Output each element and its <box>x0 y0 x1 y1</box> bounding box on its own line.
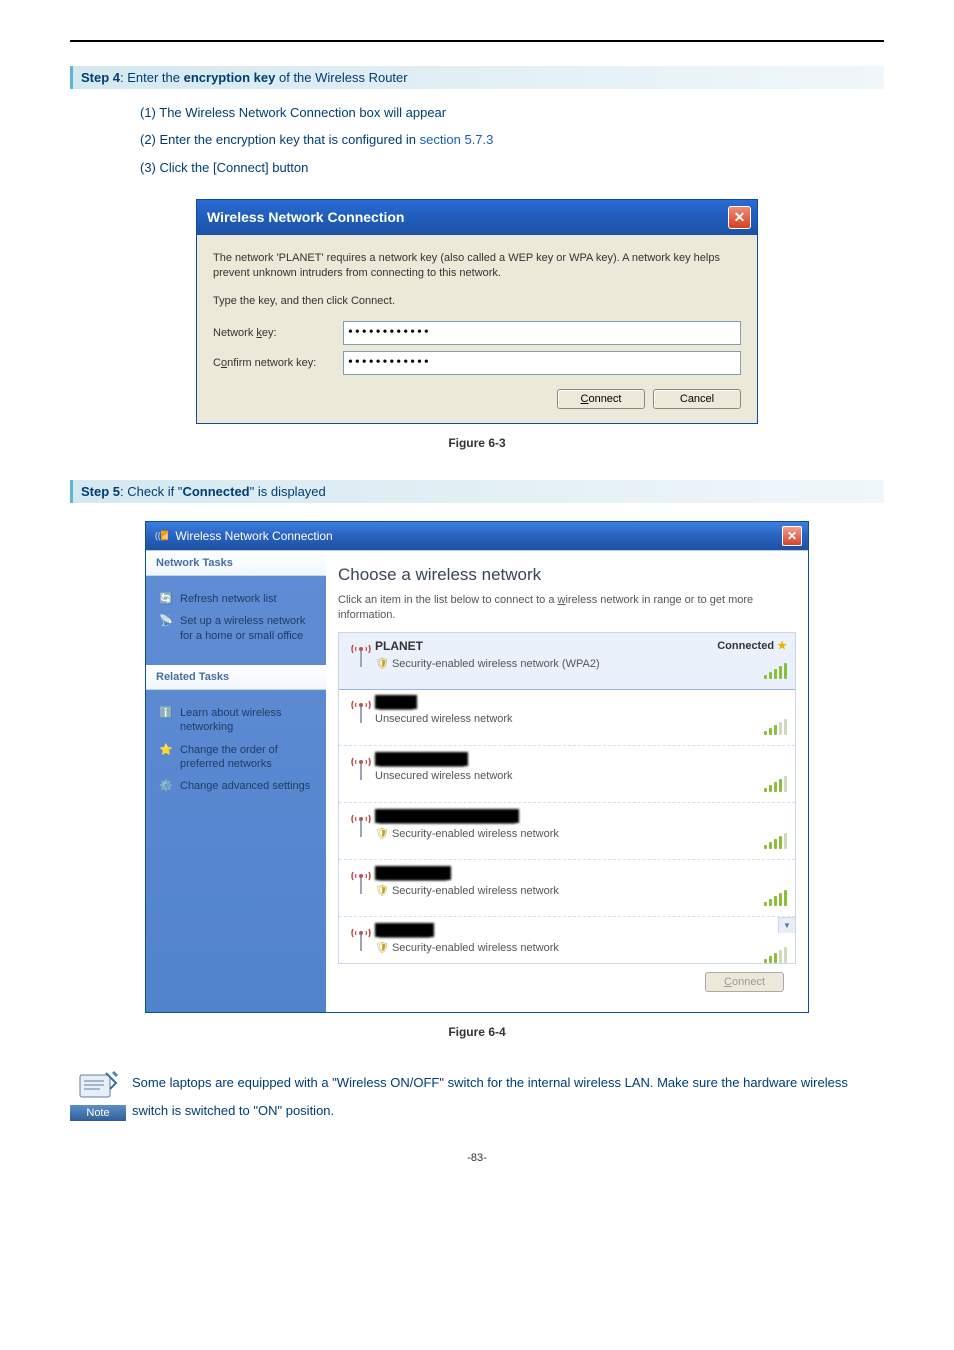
shield-icon: 🛡 <box>375 828 389 840</box>
signal-bars-icon <box>764 776 787 792</box>
network-security: Unsecured wireless network <box>375 713 764 725</box>
network-security: 🛡Security-enabled wireless network <box>375 827 764 840</box>
close-icon[interactable]: ✕ <box>728 206 751 229</box>
step4-prefix: Step 4 <box>81 70 120 85</box>
network-name: ████████████████ <box>375 809 764 823</box>
dialog-title: Wireless Network Connection <box>207 209 404 225</box>
step4-item-3: (3) Click the [Connect] button <box>140 154 884 181</box>
change-advanced[interactable]: ⚙️ Change advanced settings <box>158 779 318 793</box>
antenna-icon: ((📶)) <box>154 529 168 543</box>
section-link[interactable]: section 5.7.3 <box>420 132 494 147</box>
choose-network-instruction: Click an item in the list below to conne… <box>338 593 796 624</box>
step5-header: Step 5: Check if "Connected" is displaye… <box>70 480 884 503</box>
shield-icon: 🛡 <box>375 658 389 670</box>
note-icon: Note <box>70 1069 126 1121</box>
connect-button-disabled: Connect <box>705 972 784 992</box>
network-item[interactable]: ████ Unsecured wireless network <box>339 689 795 746</box>
step4-item-1: (1) The Wireless Network Connection box … <box>140 99 884 126</box>
network-item[interactable]: ██████ 🛡Security-enabled wireless network <box>339 917 795 964</box>
dialog-description: The network 'PLANET' requires a network … <box>213 251 741 282</box>
network-name: ████ <box>375 695 764 709</box>
signal-bars-icon <box>764 890 787 906</box>
antenna-icon <box>347 639 375 673</box>
refresh-icon: 🔄 <box>158 592 174 606</box>
signal-bars-icon <box>764 663 787 679</box>
network-security: 🛡Security-enabled wireless network <box>375 884 764 897</box>
confirm-key-label: Confirm network key: <box>213 357 343 369</box>
dialog-titlebar: Wireless Network Connection ✕ <box>197 200 757 235</box>
cancel-button[interactable]: Cancel <box>653 389 741 409</box>
change-order[interactable]: ⭐ Change the order of preferred networks <box>158 743 318 772</box>
confirm-key-input[interactable] <box>343 351 741 375</box>
network-security: 🛡Security-enabled wireless network <box>375 941 764 954</box>
note-block: Note Some laptops are equipped with a "W… <box>70 1069 884 1126</box>
network-name: ██████████ <box>375 752 764 766</box>
learn-wireless[interactable]: ℹ️ Learn about wireless networking <box>158 706 318 735</box>
step4-substeps: (1) The Wireless Network Connection box … <box>140 99 884 181</box>
network-item[interactable]: ████████ 🛡Security-enabled wireless netwo… <box>339 860 795 917</box>
antenna-icon <box>347 809 375 843</box>
network-security: 🛡Security-enabled wireless network (WPA2… <box>375 657 717 670</box>
signal-bars-icon <box>764 719 787 735</box>
network-security: Unsecured wireless network <box>375 770 764 782</box>
network-name: ████████ <box>375 866 764 880</box>
wireless-connection-window: ((📶)) Wireless Network Connection ✕ Netw… <box>145 521 809 1013</box>
connect-button[interactable]: Connect <box>557 389 645 409</box>
network-item[interactable]: ████████████████ 🛡Security-enabled wirele… <box>339 803 795 860</box>
choose-network-title: Choose a wireless network <box>338 565 796 585</box>
note-text: Some laptops are equipped with a "Wirele… <box>132 1069 884 1126</box>
shield-icon: 🛡 <box>375 942 389 954</box>
network-list: ▲ ▼ PLANET🛡Security-enabled wireless net… <box>338 632 796 964</box>
wnc-sidebar: Network Tasks 🔄 Refresh network list 📡 S… <box>146 551 326 1012</box>
related-tasks-header: Related Tasks <box>146 665 326 690</box>
signal-bars-icon <box>764 947 787 963</box>
shield-icon: 🛡 <box>375 885 389 897</box>
figure-6-4-caption: Figure 6-4 <box>70 1025 884 1039</box>
page-number: -83- <box>70 1152 884 1164</box>
antenna-icon <box>347 866 375 900</box>
network-name: PLANET <box>375 639 717 653</box>
refresh-network-list[interactable]: 🔄 Refresh network list <box>158 592 318 606</box>
network-name: ██████ <box>375 923 764 937</box>
info-icon: ℹ️ <box>158 706 174 720</box>
antenna-icon <box>347 695 375 729</box>
wireless-key-dialog: Wireless Network Connection ✕ The networ… <box>196 199 758 424</box>
setup-icon: 📡 <box>158 614 174 628</box>
close-icon[interactable]: ✕ <box>782 526 802 546</box>
signal-bars-icon <box>764 833 787 849</box>
antenna-icon <box>347 752 375 786</box>
note-label: Note <box>70 1105 126 1121</box>
wnc-titlebar: ((📶)) Wireless Network Connection ✕ <box>146 522 808 550</box>
network-tasks-header: Network Tasks <box>146 551 326 576</box>
svg-text:((📶)): ((📶)) <box>155 531 168 541</box>
setup-wireless-network[interactable]: 📡 Set up a wireless network for a home o… <box>158 614 318 643</box>
network-item[interactable]: ██████████ Unsecured wireless network <box>339 746 795 803</box>
figure-6-3-caption: Figure 6-3 <box>70 436 884 450</box>
step4-item-2: (2) Enter the encryption key that is con… <box>140 126 884 153</box>
network-item[interactable]: PLANET 🛡Security-enabled wireless network… <box>338 632 796 690</box>
step4-header: Step 4: Enter the encryption key of the … <box>70 66 884 89</box>
gear-icon: ⚙️ <box>158 779 174 793</box>
network-key-label: Network key: <box>213 327 343 339</box>
connected-status: Connected ★ <box>717 639 787 652</box>
antenna-icon <box>347 923 375 957</box>
star-icon: ★ <box>777 640 787 652</box>
dialog-prompt: Type the key, and then click Connect. <box>213 294 741 309</box>
network-key-input[interactable] <box>343 321 741 345</box>
star-icon: ⭐ <box>158 743 174 757</box>
